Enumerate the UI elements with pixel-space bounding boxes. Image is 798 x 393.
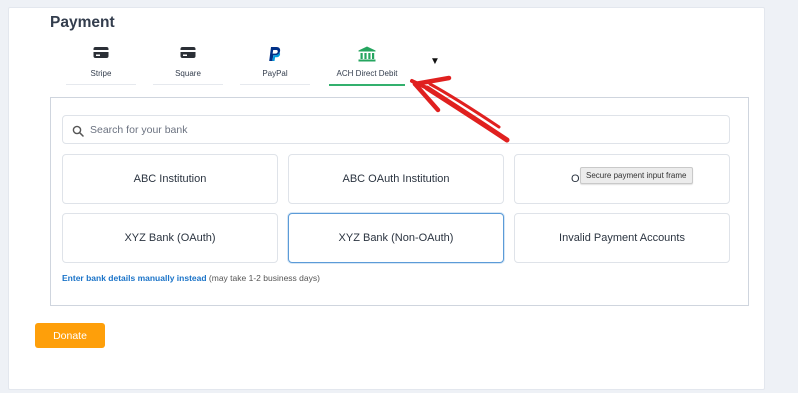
red-arrow-annotation [410, 75, 510, 143]
